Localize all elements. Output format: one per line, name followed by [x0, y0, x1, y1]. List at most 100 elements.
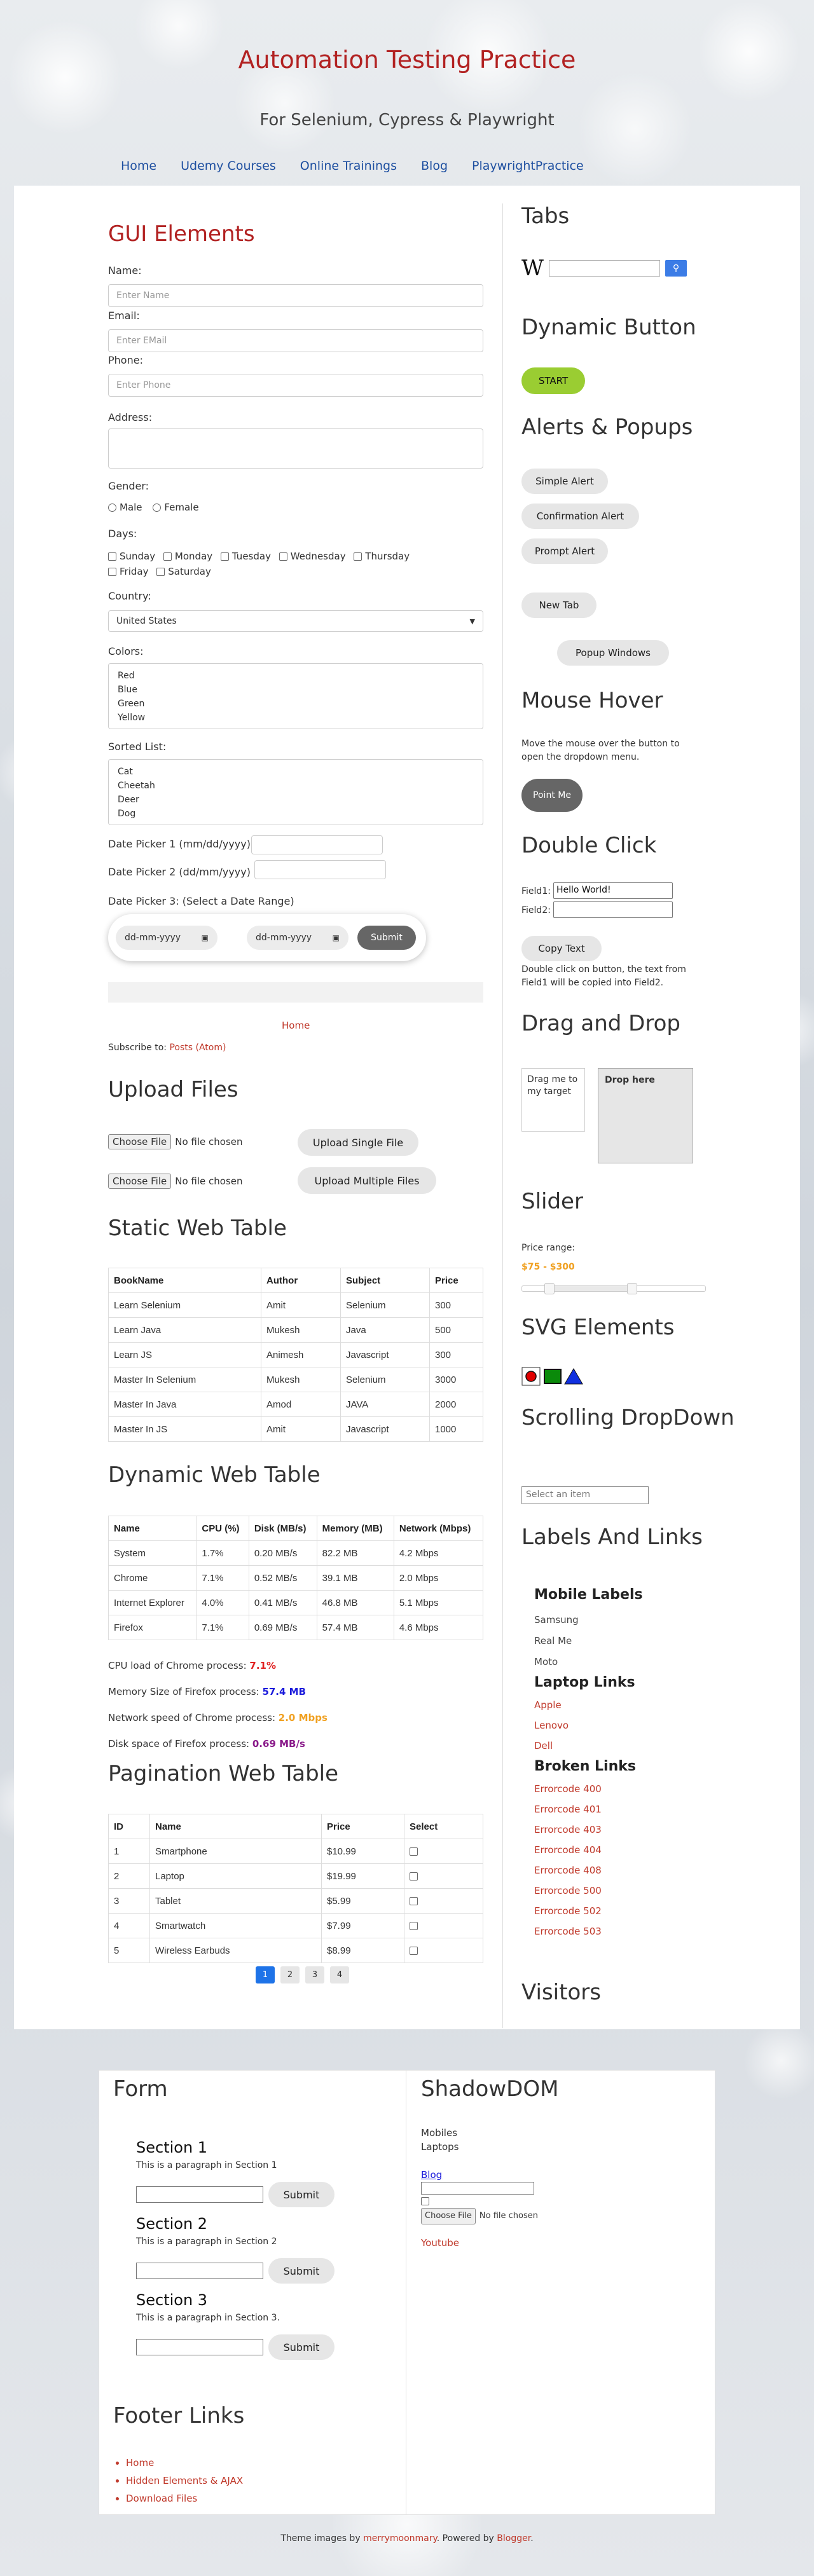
section-submit-button[interactable]: Submit: [268, 2182, 335, 2207]
section-submit-button[interactable]: Submit: [268, 2334, 335, 2360]
color-option[interactable]: Yellow: [118, 711, 474, 725]
broken-link[interactable]: Errorcode 403: [534, 1819, 602, 1840]
row-select-checkbox[interactable]: [410, 1922, 418, 1931]
nav-trainings[interactable]: Online Trainings: [300, 159, 397, 173]
page-button[interactable]: 4: [330, 1966, 349, 1983]
female-radio[interactable]: [153, 504, 162, 512]
country-select[interactable]: United States ▼: [108, 610, 483, 632]
draggable-box[interactable]: Drag me to my target: [521, 1068, 585, 1132]
color-option[interactable]: Green: [118, 697, 474, 711]
broken-link[interactable]: Errorcode 503: [534, 1921, 602, 1942]
nav-udemy[interactable]: Udemy Courses: [181, 159, 276, 173]
slider-max-handle[interactable]: [626, 1283, 637, 1294]
broken-links-title: Broken Links: [534, 1758, 636, 1774]
shadow-choose-file-button[interactable]: Choose File: [421, 2208, 476, 2224]
footer-link[interactable]: Home: [126, 2457, 154, 2469]
colors-listbox[interactable]: Red Blue Green Yellow: [108, 663, 483, 729]
scrolling-dropdown-input[interactable]: Select an item: [521, 1486, 649, 1504]
home-link[interactable]: Home: [282, 1020, 310, 1031]
green-square-icon[interactable]: [544, 1369, 562, 1384]
page-button[interactable]: 3: [305, 1966, 324, 1983]
red-circle-icon[interactable]: [525, 1371, 537, 1382]
start-date-input[interactable]: dd-mm-yyyy ▣: [116, 926, 217, 950]
wednesday-checkbox[interactable]: [279, 552, 287, 561]
tuesday-checkbox[interactable]: [220, 552, 229, 561]
prompt-alert-button[interactable]: Prompt Alert: [521, 538, 608, 564]
table-cell: Learn JS: [108, 1342, 261, 1367]
animal-option[interactable]: Cat: [118, 765, 474, 779]
laptop-link[interactable]: Lenovo: [534, 1715, 569, 1736]
point-me-button[interactable]: Point Me: [521, 779, 583, 812]
footer-link[interactable]: Hidden Elements & AJAX: [126, 2475, 243, 2486]
shadow-youtube-link[interactable]: Youtube: [421, 2236, 538, 2250]
section-input[interactable]: [136, 2186, 263, 2203]
choose-files-button[interactable]: Choose File: [108, 1174, 172, 1189]
row-select-checkbox[interactable]: [410, 1897, 418, 1906]
choose-file-button[interactable]: Choose File: [108, 1134, 172, 1149]
date1-input[interactable]: [251, 835, 383, 854]
animal-option[interactable]: Deer: [118, 793, 474, 807]
upload-multiple-button[interactable]: Upload Multiple Files: [298, 1167, 436, 1194]
sorted-listbox[interactable]: Cat Cheetah Deer Dog: [108, 759, 483, 825]
nav-playwright[interactable]: PlaywrightPractice: [472, 159, 584, 173]
upload-single-button[interactable]: Upload Single File: [298, 1129, 418, 1156]
nav-blog[interactable]: Blog: [421, 159, 448, 173]
name-input[interactable]: Enter Name: [108, 284, 483, 307]
section-input[interactable]: [136, 2339, 263, 2355]
end-date-input[interactable]: dd-mm-yyyy ▣: [247, 926, 348, 950]
drop-target[interactable]: Drop here: [598, 1068, 693, 1163]
theme-author-link[interactable]: merrymoonmary: [363, 2533, 437, 2544]
page-button[interactable]: 1: [256, 1966, 275, 1983]
new-tab-button[interactable]: New Tab: [521, 593, 597, 618]
date2-input[interactable]: [254, 860, 386, 879]
footer-link[interactable]: Download Files: [126, 2493, 197, 2504]
page-button[interactable]: 2: [280, 1966, 300, 1983]
search-icon[interactable]: ⚲: [665, 260, 687, 277]
broken-link[interactable]: Errorcode 408: [534, 1860, 602, 1881]
address-textarea[interactable]: [108, 428, 483, 469]
row-select-checkbox[interactable]: [410, 1947, 418, 1956]
popup-windows-button[interactable]: Popup Windows: [557, 640, 669, 666]
broken-link[interactable]: Errorcode 502: [534, 1901, 602, 1921]
field1-input[interactable]: Hello World!: [553, 882, 673, 899]
color-option[interactable]: Blue: [118, 683, 474, 697]
broken-link[interactable]: Errorcode 400: [534, 1779, 602, 1799]
slider-min-handle[interactable]: [544, 1283, 555, 1294]
start-button[interactable]: START: [521, 367, 585, 394]
color-option[interactable]: Red: [118, 669, 474, 683]
broken-link[interactable]: Errorcode 404: [534, 1840, 602, 1860]
field2-input[interactable]: [553, 901, 673, 918]
blogger-link[interactable]: Blogger: [497, 2533, 530, 2544]
section-submit-button[interactable]: Submit: [268, 2258, 335, 2284]
laptop-link[interactable]: Apple: [534, 1695, 569, 1715]
email-input[interactable]: Enter EMail: [108, 329, 483, 352]
friday-checkbox[interactable]: [108, 568, 116, 576]
broken-link[interactable]: Errorcode 401: [534, 1799, 602, 1819]
row-select-checkbox[interactable]: [410, 1872, 418, 1881]
confirm-alert-button[interactable]: Confirmation Alert: [521, 504, 639, 529]
monday-checkbox[interactable]: [163, 552, 172, 561]
section-input[interactable]: [136, 2263, 263, 2279]
male-radio[interactable]: [108, 504, 116, 512]
date-submit-button[interactable]: Submit: [357, 926, 416, 950]
laptop-link[interactable]: Dell: [534, 1736, 569, 1756]
blue-triangle-icon[interactable]: [564, 1368, 583, 1385]
slider-track[interactable]: [521, 1283, 706, 1294]
saturday-checkbox[interactable]: [156, 568, 165, 576]
animal-option[interactable]: Dog: [118, 807, 474, 821]
wiki-search-input[interactable]: [548, 260, 660, 277]
animal-option[interactable]: Cheetah: [118, 779, 474, 793]
nav-home[interactable]: Home: [121, 159, 156, 173]
row-select-checkbox[interactable]: [410, 1847, 418, 1856]
posts-atom-link[interactable]: Posts (Atom): [169, 1043, 226, 1053]
thursday-checkbox[interactable]: [354, 552, 362, 561]
shadow-blog-link[interactable]: Blog: [421, 2168, 538, 2182]
phone-input[interactable]: Enter Phone: [108, 374, 483, 397]
copy-text-button[interactable]: Copy Text: [521, 936, 602, 961]
shadow-checkbox[interactable]: [421, 2197, 429, 2205]
simple-alert-button[interactable]: Simple Alert: [521, 469, 608, 494]
form-section-2: Section 2 This is a paragraph in Section…: [136, 2215, 335, 2284]
shadow-input[interactable]: [421, 2182, 534, 2195]
sunday-checkbox[interactable]: [108, 552, 116, 561]
broken-link[interactable]: Errorcode 500: [534, 1881, 602, 1901]
